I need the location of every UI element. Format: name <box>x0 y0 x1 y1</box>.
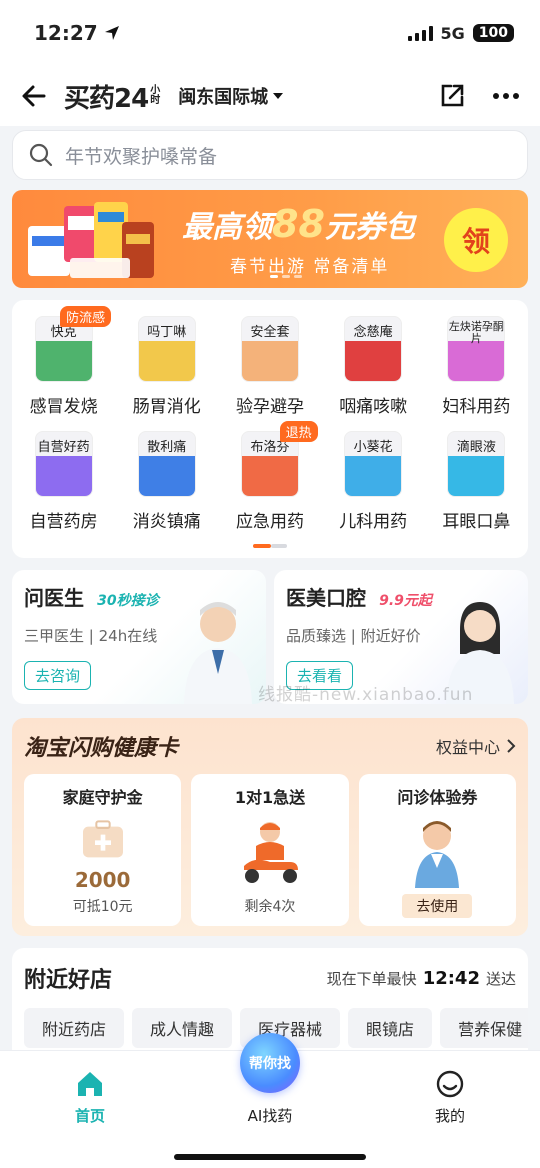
search-placeholder: 年节欢聚护嗓常备 <box>65 145 218 168</box>
medicine-products-image <box>28 202 154 278</box>
express-delivery-card[interactable]: 1对1急送 剩余4次 <box>191 774 349 926</box>
store-filter-tab[interactable]: 附近药店 <box>24 1008 125 1048</box>
category-item[interactable]: 自营好药 自营药房 <box>12 431 115 532</box>
coupon-banner[interactable]: 最高领88元券包 春节出游 常备清单 领 <box>12 190 528 288</box>
category-icon: 自营好药 <box>34 431 93 497</box>
category-item[interactable]: 布洛芬 应急用药 退热 <box>218 421 321 532</box>
location-selector[interactable]: 闽东国际城 <box>178 83 284 109</box>
tab-home[interactable]: 首页 <box>40 1069 140 1126</box>
home-indicator <box>174 1154 366 1160</box>
delivery-estimate: 现在下单最快 12:42 送达 <box>326 967 516 989</box>
doctor-avatar <box>184 602 252 704</box>
consult-voucher-card[interactable]: 问诊体验券 去使用 <box>358 774 516 926</box>
ask-doctor-title: 问医生 <box>24 586 84 610</box>
more-icon[interactable] <box>492 92 520 100</box>
top-nav: 买药24 小时 闽东国际城 <box>0 66 540 126</box>
health-card-title: 淘宝闪购健康卡 <box>24 736 179 761</box>
category-label: 妇科用药 <box>442 397 511 417</box>
ask-doctor-card[interactable]: 问医生 30秒接诊 三甲医生 | 24h在线 去咨询 <box>12 570 266 704</box>
doctor-character-icon <box>415 821 460 888</box>
network-label: 5G <box>440 23 465 43</box>
store-filter-tab[interactable]: 营养保健 <box>440 1008 528 1048</box>
status-time: 12:27 <box>34 21 98 45</box>
store-filter-tab[interactable]: 成人情趣 <box>132 1008 233 1048</box>
search-input[interactable]: 年节欢聚护嗓常备 <box>12 130 528 180</box>
category-item[interactable]: 散利痛 消炎镇痛 <box>115 431 218 532</box>
claim-button[interactable]: 领 <box>444 208 508 272</box>
signal-icon <box>407 25 433 41</box>
banner-pager <box>270 275 302 278</box>
bottom-tab-bar: 帮你找 首页 AI找药 我的 <box>0 1033 540 1168</box>
category-icon: 小葵花 <box>344 431 403 497</box>
category-item[interactable]: 吗丁啉 肠胃消化 <box>115 316 218 417</box>
category-item[interactable]: 滴眼液 耳眼口鼻 <box>425 431 528 532</box>
tab-mine[interactable]: 我的 <box>400 1069 500 1126</box>
search-icon <box>29 143 53 167</box>
category-label: 咽痛咳嗽 <box>339 397 408 417</box>
category-icon: 吗丁啉 <box>137 316 196 382</box>
home-icon <box>78 1072 102 1096</box>
category-icon: 左炔诺孕酮片 <box>447 316 506 382</box>
share-icon[interactable] <box>438 82 466 110</box>
health-card-section: 淘宝闪购健康卡 权益中心 家庭守护金 2000 可抵10元 1对1急送 剩余4次… <box>12 718 528 936</box>
category-label: 应急用药 <box>235 512 304 532</box>
back-arrow-icon[interactable] <box>20 82 48 110</box>
location-arrow-icon <box>104 26 119 40</box>
medical-kit-icon <box>82 820 123 858</box>
ask-doctor-tag: 30秒接诊 <box>97 593 159 609</box>
category-icon: 散利痛 <box>137 431 196 497</box>
brand-sub: 小时 <box>150 85 161 106</box>
brand-logo: 买药24 <box>64 83 149 114</box>
category-grid: 快克 感冒发烧 防流感 吗丁啉 肠胃消化 安全套 验孕避孕 念慈庵 咽痛咳嗽 左炔诺孕酮片 妇科用药… <box>12 300 528 558</box>
benefit-center-link[interactable]: 权益中心 <box>436 734 516 758</box>
family-fund-amount: 2000 <box>74 868 131 892</box>
category-label: 消炎镇痛 <box>132 512 201 532</box>
category-item[interactable]: 念慈庵 咽痛咳嗽 <box>322 316 425 417</box>
nearby-title: 附近好店 <box>24 968 113 993</box>
category-label: 感冒发烧 <box>29 397 98 417</box>
category-label: 自营药房 <box>29 512 98 532</box>
aesthetic-title: 医美口腔 <box>286 586 366 610</box>
category-badge: 防流感 <box>60 306 112 327</box>
category-icon: 安全套 <box>240 316 299 382</box>
aesthetic-tag: 9.9元起 <box>379 593 432 609</box>
caret-down-icon <box>273 93 284 99</box>
ai-find-bubble[interactable]: 帮你找 <box>240 1033 300 1093</box>
category-item[interactable]: 安全套 验孕避孕 <box>218 316 321 417</box>
category-item[interactable]: 左炔诺孕酮片妇科用药 <box>425 316 528 417</box>
status-bar: 12:27 5G 100 <box>0 0 540 66</box>
category-item[interactable]: 小葵花 儿科用药 <box>322 431 425 532</box>
store-filter-tab[interactable]: 眼镜店 <box>348 1008 433 1048</box>
category-badge: 退热 <box>279 421 318 442</box>
category-label: 耳眼口鼻 <box>442 512 511 532</box>
banner-title: 最高领88元券包 <box>182 202 415 246</box>
banner-subtitle: 春节出游 常备清单 <box>230 257 390 277</box>
battery-icon: 100 <box>472 24 514 42</box>
delivery-rider-icon <box>243 822 298 883</box>
category-label: 验孕避孕 <box>235 397 304 417</box>
delivery-remaining: 剩余4次 <box>244 899 296 915</box>
category-icon: 念慈庵 <box>344 316 403 382</box>
family-fund-note: 可抵10元 <box>72 899 133 915</box>
chevron-right-icon <box>507 739 516 753</box>
watermark-text: 线报酷-new.xianbao.fun <box>258 685 474 705</box>
location-label: 闽东国际城 <box>178 87 269 108</box>
category-icon: 滴眼液 <box>447 431 506 497</box>
family-fund-card[interactable]: 家庭守护金 2000 可抵10元 <box>24 774 182 926</box>
category-pager <box>12 544 528 548</box>
category-label: 肠胃消化 <box>132 397 201 417</box>
smile-icon <box>436 1070 464 1098</box>
consult-button[interactable]: 去咨询 <box>24 661 92 690</box>
category-item[interactable]: 快克 感冒发烧 防流感 <box>12 306 115 417</box>
category-label: 儿科用药 <box>339 512 408 532</box>
use-voucher-button[interactable]: 去使用 <box>402 894 473 918</box>
